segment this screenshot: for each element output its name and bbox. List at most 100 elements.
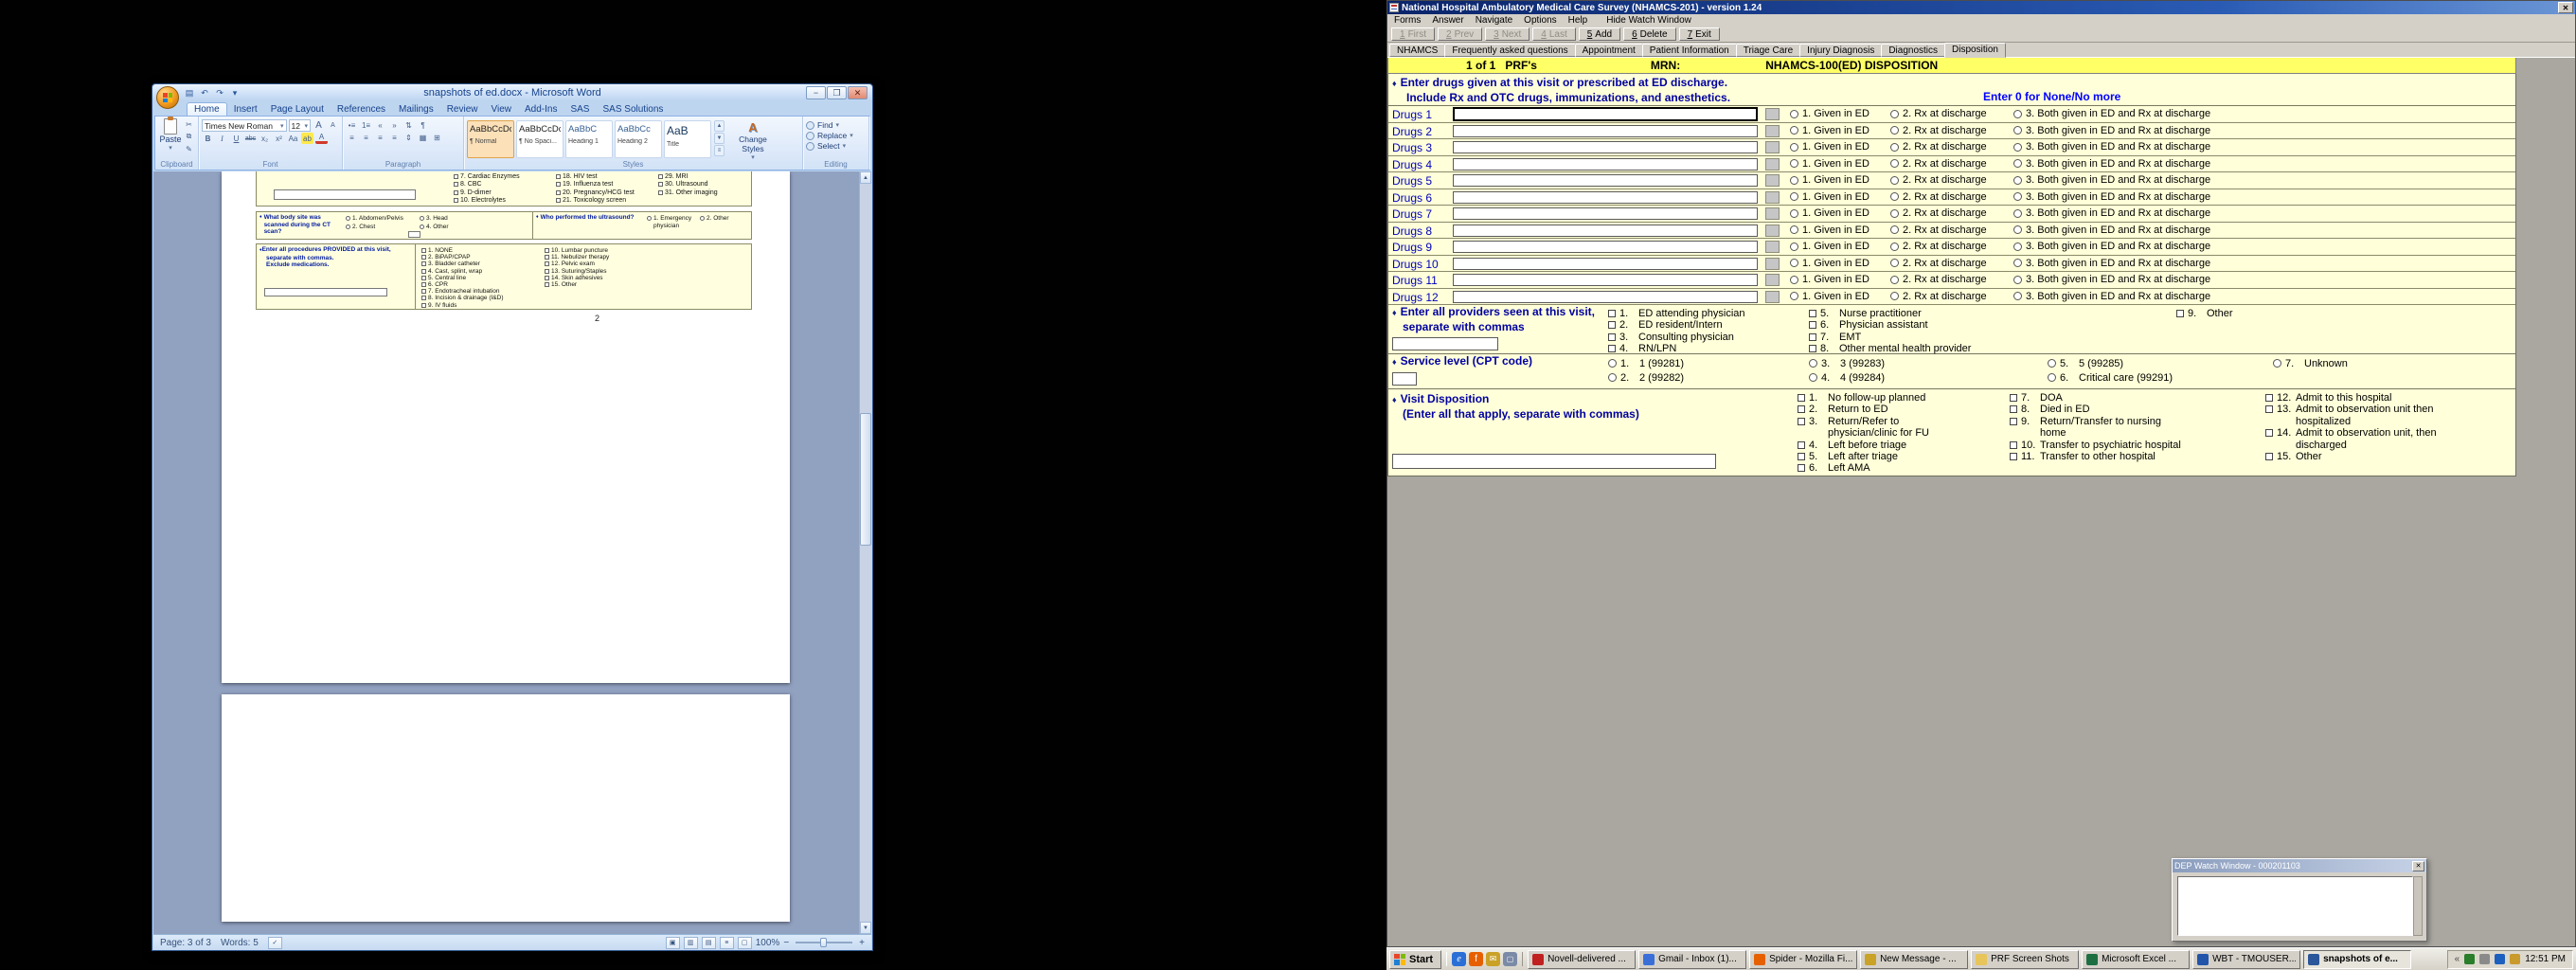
visit-disposition-option[interactable]: 8.Died in ED bbox=[2010, 404, 2182, 415]
toolbar-button[interactable]: 4Last bbox=[1532, 27, 1575, 41]
zoom-in-icon[interactable]: + bbox=[859, 938, 865, 948]
form-tab[interactable]: Triage Care bbox=[1736, 44, 1800, 57]
font-size-select[interactable]: 12 ▾ bbox=[289, 119, 311, 132]
service-level-option[interactable]: 7.Unknown bbox=[2273, 357, 2348, 371]
scroll-down-icon[interactable]: ▼ bbox=[860, 922, 871, 934]
visit-disposition-option[interactable]: 5.Left after triage bbox=[1798, 451, 1946, 462]
close-button[interactable]: ✕ bbox=[848, 86, 868, 99]
menu-item[interactable]: Forms bbox=[1388, 15, 1426, 26]
form-tab[interactable]: Disposition bbox=[1944, 43, 2006, 58]
editing-menu-item[interactable]: Find ▾ bbox=[806, 120, 866, 130]
paste-button[interactable]: Paste ▾ bbox=[158, 118, 183, 159]
style-card[interactable]: AaBbCcDc ¶ No Spaci... bbox=[516, 120, 564, 158]
drug-option-rx-at-discharge[interactable]: 2. Rx at discharge bbox=[1890, 174, 1987, 186]
drug-option-rx-at-discharge[interactable]: 2. Rx at discharge bbox=[1890, 158, 1987, 170]
shrink-font-icon[interactable]: A bbox=[327, 120, 339, 132]
visit-disposition-option[interactable]: 1.No follow-up planned bbox=[1798, 392, 1946, 404]
ribbon-tab[interactable]: Home bbox=[187, 102, 227, 116]
undo-icon[interactable]: ↶ bbox=[198, 87, 211, 99]
highlight-color-icon[interactable]: ab bbox=[301, 133, 313, 144]
font-color-icon[interactable]: A bbox=[315, 133, 328, 144]
drug-option-rx-at-discharge[interactable]: 2. Rx at discharge bbox=[1890, 241, 1987, 252]
provider-option[interactable]: 3.Consulting physician bbox=[1608, 332, 1802, 343]
drug-option-both[interactable]: 3. Both given in ED and Rx at discharge bbox=[2013, 191, 2210, 203]
ribbon-tab[interactable]: SAS Solutions bbox=[596, 103, 670, 116]
tray-icon-4[interactable] bbox=[2510, 954, 2520, 964]
taskbar-button[interactable]: Novell-delivered ... bbox=[1528, 950, 1636, 969]
align-right-icon[interactable]: ≡ bbox=[374, 132, 386, 143]
drug-name-input[interactable] bbox=[1453, 291, 1758, 303]
drug-option-rx-at-discharge[interactable]: 2. Rx at discharge bbox=[1890, 207, 1987, 219]
drug-option-rx-at-discharge[interactable]: 2. Rx at discharge bbox=[1890, 225, 1987, 236]
taskbar-button[interactable]: Microsoft Excel ... bbox=[2082, 950, 2190, 969]
vertical-scrollbar[interactable]: ▲ ▼ bbox=[859, 171, 871, 934]
align-center-icon[interactable]: ≡ bbox=[360, 132, 372, 143]
drug-name-input[interactable] bbox=[1453, 258, 1758, 270]
taskbar-button[interactable]: WBT - TMOUSER... bbox=[2192, 950, 2300, 969]
drug-option-given-in-ed[interactable]: 1. Given in ED bbox=[1790, 258, 1869, 269]
qat-chevron-down-icon[interactable]: ▾ bbox=[228, 87, 242, 99]
menu-item-hide-watch-window[interactable]: Hide Watch Window bbox=[1601, 15, 1697, 26]
decrease-indent-icon[interactable]: « bbox=[374, 119, 386, 131]
increase-indent-icon[interactable]: » bbox=[388, 119, 401, 131]
menu-item[interactable]: Navigate bbox=[1470, 15, 1518, 26]
drug-option-given-in-ed[interactable]: 1. Given in ED bbox=[1790, 174, 1869, 186]
drug-option-given-in-ed[interactable]: 1. Given in ED bbox=[1790, 108, 1869, 119]
align-left-icon[interactable]: ≡ bbox=[346, 132, 358, 143]
provider-option[interactable]: 7.EMT bbox=[1809, 332, 2027, 343]
word-titlebar[interactable]: ▤ ↶ ↷ ▾ snapshots of ed.docx - Microsoft… bbox=[152, 84, 872, 101]
bold-icon[interactable]: B bbox=[202, 133, 214, 144]
tray-icon-3[interactable] bbox=[2495, 954, 2505, 964]
gallery-up-icon[interactable]: ▲ bbox=[714, 120, 724, 132]
quicklaunch-internet-explorer-icon[interactable]: e bbox=[1452, 952, 1466, 966]
minimize-button[interactable]: − bbox=[806, 86, 826, 99]
visit-disposition-input[interactable] bbox=[1392, 454, 1716, 469]
service-level-option[interactable]: 3.3 (99283) bbox=[1809, 357, 1885, 371]
tray-icon-1[interactable] bbox=[2464, 954, 2475, 964]
form-tab[interactable]: Diagnostics bbox=[1881, 44, 1945, 57]
doc-ct-input[interactable] bbox=[408, 231, 420, 238]
drug-option-given-in-ed[interactable]: 1. Given in ED bbox=[1790, 241, 1869, 252]
visit-disposition-option[interactable]: 6.Left AMA bbox=[1798, 462, 1946, 474]
style-card[interactable]: AaBbC Heading 1 bbox=[565, 120, 613, 158]
web-layout-view-icon[interactable]: ▤ bbox=[702, 937, 716, 949]
format-painter-icon[interactable]: ✎ bbox=[183, 143, 195, 154]
drug-option-rx-at-discharge[interactable]: 2. Rx at discharge bbox=[1890, 258, 1987, 269]
provider-option[interactable]: 6.Physician assistant bbox=[1809, 319, 2027, 331]
visit-disposition-option[interactable]: 15.Other bbox=[2265, 451, 2451, 462]
drug-option-given-in-ed[interactable]: 1. Given in ED bbox=[1790, 274, 1869, 285]
restore-button[interactable]: ❐ bbox=[827, 86, 847, 99]
ribbon-tab[interactable]: View bbox=[485, 103, 519, 116]
visit-disposition-option[interactable]: 12.Admit to this hospital bbox=[2265, 392, 2451, 404]
provider-option[interactable]: 5.Nurse practitioner bbox=[1809, 308, 2027, 319]
close-icon[interactable]: ✕ bbox=[2412, 861, 2424, 871]
fullscreen-reading-view-icon[interactable]: ▥ bbox=[684, 937, 698, 949]
visit-disposition-option[interactable]: 11.Transfer to other hospital bbox=[2010, 451, 2182, 462]
draft-view-icon[interactable]: ▢ bbox=[738, 937, 752, 949]
visit-disposition-option[interactable]: 9.Return/Transfer to nursing home bbox=[2010, 416, 2182, 440]
providers-input[interactable] bbox=[1392, 337, 1498, 350]
form-tab[interactable]: Patient Information bbox=[1642, 44, 1737, 57]
form-tab[interactable]: Injury Diagnosis bbox=[1799, 44, 1882, 57]
word-count[interactable]: Words: 5 bbox=[221, 938, 259, 948]
proofing-status-icon[interactable]: ✓ bbox=[268, 937, 282, 949]
quicklaunch-show-desktop-icon[interactable]: ▢ bbox=[1503, 952, 1517, 966]
toolbar-button[interactable]: 7Exit bbox=[1679, 27, 1720, 41]
sort-icon[interactable]: ⇅ bbox=[402, 119, 415, 131]
drug-option-rx-at-discharge[interactable]: 2. Rx at discharge bbox=[1890, 141, 1987, 153]
strikethrough-icon[interactable]: abc bbox=[244, 133, 257, 144]
borders-icon[interactable]: ⊞ bbox=[431, 132, 443, 143]
page-indicator[interactable]: Page: 3 of 3 bbox=[160, 938, 211, 948]
drug-option-rx-at-discharge[interactable]: 2. Rx at discharge bbox=[1890, 291, 1987, 302]
drug-option-rx-at-discharge[interactable]: 2. Rx at discharge bbox=[1890, 125, 1987, 136]
form-tab[interactable]: Appointment bbox=[1575, 44, 1643, 57]
visit-disposition-option[interactable]: 13.Admit to observation unit then hospit… bbox=[2265, 404, 2451, 427]
line-spacing-icon[interactable]: ⇕ bbox=[402, 132, 415, 143]
gallery-more-icon[interactable]: ≡ bbox=[714, 145, 724, 156]
service-level-option[interactable]: 5.5 (99285) bbox=[2048, 357, 2173, 371]
watch-window-scrollbar[interactable] bbox=[2413, 876, 2423, 936]
taskbar-button[interactable]: Spider - Mozilla Fi... bbox=[1749, 950, 1857, 969]
drug-name-input[interactable] bbox=[1453, 125, 1758, 137]
copy-icon[interactable]: ⧉ bbox=[183, 131, 195, 142]
service-level-option[interactable]: 6.Critical care (99291) bbox=[2048, 371, 2173, 386]
